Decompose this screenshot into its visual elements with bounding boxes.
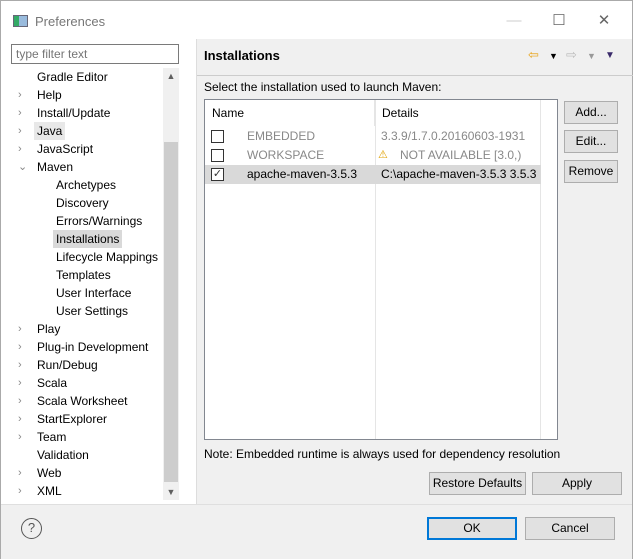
eclipse-app-icon	[13, 15, 28, 27]
tree-item[interactable]: Discovery	[53, 194, 112, 212]
preference-tree-panel: Gradle Editor › Help › Install/Update › Java › J…	[1, 39, 196, 504]
expand-chevron-icon[interactable]: ›	[18, 320, 28, 338]
description-label: Select the installation used to launch M…	[204, 80, 442, 94]
scrollbar-thumb[interactable]	[164, 142, 178, 482]
tree-item[interactable]: Lifecycle Mappings	[53, 248, 161, 266]
row-checkbox[interactable]	[211, 130, 224, 143]
collapse-chevron-icon[interactable]: ⌄	[18, 158, 28, 176]
back-arrow-icon[interactable]: ⇦	[528, 47, 539, 63]
restore-defaults-button[interactable]: Restore Defaults	[429, 472, 526, 495]
tree-item[interactable]: Validation	[34, 446, 92, 464]
tree-item[interactable]: Web	[34, 464, 64, 482]
apply-button[interactable]: Apply	[532, 472, 622, 495]
tree-item[interactable]: User Settings	[53, 302, 131, 320]
tree-item[interactable]: Scala	[34, 374, 70, 392]
note-label: Note: Embedded runtime is always used fo…	[204, 447, 561, 461]
tree-item[interactable]: Plug-in Development	[34, 338, 151, 356]
forward-menu-chevron-icon[interactable]: ▼	[587, 51, 596, 61]
expand-chevron-icon[interactable]: ›	[18, 104, 28, 122]
filter-input[interactable]	[11, 44, 179, 64]
table-row[interactable]: ✓ apache-maven-3.5.3 C:\apache-maven-3.5…	[205, 165, 541, 184]
tree-item[interactable]: Help	[34, 86, 65, 104]
tree-item[interactable]: User Interface	[53, 284, 134, 302]
ok-button[interactable]: OK	[427, 517, 517, 540]
tree-item[interactable]: Maven	[34, 158, 76, 176]
add-button[interactable]: Add...	[564, 101, 618, 124]
tree-item[interactable]: Team	[34, 428, 69, 446]
tree-item[interactable]: Errors/Warnings	[53, 212, 145, 230]
expand-chevron-icon[interactable]: ›	[18, 338, 28, 356]
expand-chevron-icon[interactable]: ›	[18, 140, 28, 158]
expand-chevron-icon[interactable]: ›	[18, 410, 28, 428]
tree-item[interactable]: Archetypes	[53, 176, 119, 194]
installation-details: 3.3.9/1.7.0.20160603-1931	[381, 129, 526, 143]
table-row[interactable]: WORKSPACE ⚠ NOT AVAILABLE [3.0,)	[205, 146, 541, 165]
column-header-name[interactable]: Name	[205, 100, 375, 126]
tree-item[interactable]: StartExplorer	[34, 410, 110, 428]
close-button[interactable]: ✕	[581, 7, 627, 35]
installation-details: C:\apache-maven-3.5.3 3.5.3	[381, 167, 537, 181]
row-checkbox[interactable]: ✓	[211, 168, 224, 181]
table-row[interactable]: EMBEDDED 3.3.9/1.7.0.20160603-1931	[205, 127, 541, 146]
installation-name: WORKSPACE	[247, 148, 325, 162]
tree-item[interactable]: Run/Debug	[34, 356, 101, 374]
view-menu-icon[interactable]: ▼	[605, 50, 615, 61]
tree-item[interactable]: XML	[34, 482, 65, 500]
tree-item[interactable]: Install/Update	[34, 104, 113, 122]
tree-item[interactable]: JavaScript	[34, 140, 96, 158]
warning-icon: ⚠	[378, 149, 388, 161]
scroll-down-icon[interactable]: ▼	[163, 484, 179, 500]
tree-item[interactable]: Scala Worksheet	[34, 392, 131, 410]
preferences-window: Preferences — ☐ ✕ Gradle Editor › Help › Ins…	[0, 0, 633, 559]
back-menu-chevron-icon[interactable]: ▼	[549, 51, 558, 61]
forward-arrow-icon[interactable]: ⇨	[566, 47, 577, 63]
column-header-details[interactable]: Details	[375, 100, 541, 126]
preference-page: Installations ⇦ ▼ ⇨ ▼ ▼ Select the insta…	[196, 39, 633, 504]
expand-chevron-icon[interactable]: ›	[18, 392, 28, 410]
remove-button[interactable]: Remove	[564, 160, 618, 183]
dialog-button-bar: ? OK Cancel	[1, 504, 632, 559]
page-title: Installations	[204, 48, 280, 63]
tree-item[interactable]: Java	[34, 122, 66, 140]
tree-item[interactable]: Gradle Editor	[34, 68, 111, 86]
tree-item[interactable]: Play	[34, 320, 63, 338]
expand-chevron-icon[interactable]: ›	[18, 356, 28, 374]
tree-item[interactable]: Installations	[53, 230, 123, 248]
row-checkbox[interactable]	[211, 149, 224, 162]
expand-chevron-icon[interactable]: ›	[18, 464, 28, 482]
expand-chevron-icon[interactable]: ›	[18, 122, 28, 140]
maximize-button[interactable]: ☐	[536, 7, 582, 35]
tree-scrollbar[interactable]: ▲ ▼	[163, 68, 179, 500]
installation-name: apache-maven-3.5.3	[247, 167, 358, 181]
expand-chevron-icon[interactable]: ›	[18, 86, 28, 104]
expand-chevron-icon[interactable]: ›	[18, 374, 28, 392]
tree-item[interactable]: Templates	[53, 266, 114, 284]
window-title: Preferences	[35, 14, 106, 29]
edit-button[interactable]: Edit...	[564, 130, 618, 153]
cancel-button[interactable]: Cancel	[525, 517, 615, 540]
header-separator	[197, 75, 633, 76]
installation-details: NOT AVAILABLE [3.0,)	[400, 148, 522, 162]
installation-name: EMBEDDED	[247, 129, 316, 143]
help-icon[interactable]: ?	[21, 518, 42, 539]
minimize-button[interactable]: —	[491, 7, 537, 35]
expand-chevron-icon[interactable]: ›	[18, 482, 28, 500]
expand-chevron-icon[interactable]: ›	[18, 428, 28, 446]
installations-table: Name Details EMBEDDED 3.3.9/1.7.0.201606…	[204, 99, 558, 440]
scroll-up-icon[interactable]: ▲	[163, 68, 179, 84]
title-bar: Preferences — ☐ ✕	[1, 1, 632, 39]
